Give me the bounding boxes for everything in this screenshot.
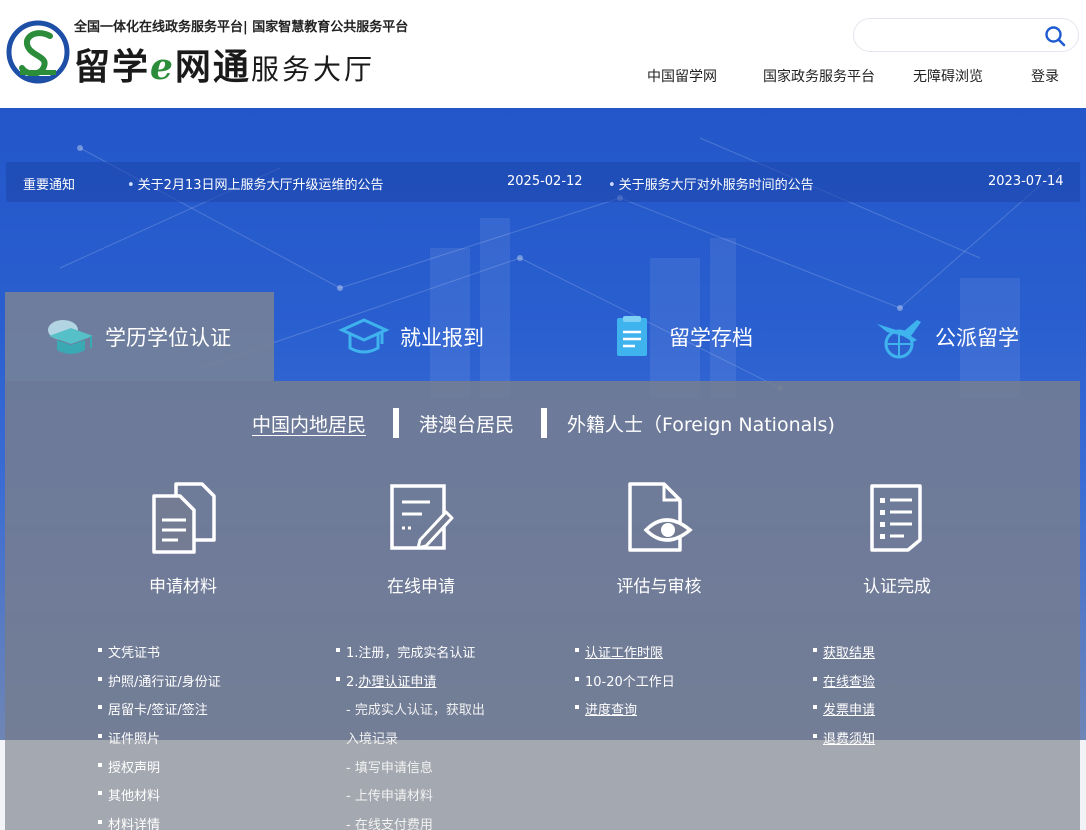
tab-label: 留学存档 bbox=[669, 325, 753, 350]
tab-label: 学历学位认证 bbox=[105, 325, 231, 350]
tab-label: 就业报到 bbox=[400, 325, 484, 350]
tab-employment-report[interactable]: 就业报到 bbox=[338, 292, 484, 381]
list-item: 10-20个工作日 bbox=[575, 671, 675, 690]
apply-certification-link[interactable]: 办理认证申请 bbox=[358, 675, 436, 690]
list-item[interactable]: 证件照片 bbox=[97, 728, 160, 747]
step-complete[interactable]: 认证完成 bbox=[807, 480, 987, 600]
step-materials[interactable]: 申请材料 bbox=[93, 480, 273, 600]
time-limit-link[interactable]: 认证工作时限 bbox=[574, 642, 663, 661]
form-edit-icon bbox=[390, 484, 454, 550]
nav-accessibility[interactable]: 无障碍浏览 bbox=[913, 66, 983, 86]
search-box bbox=[853, 18, 1079, 52]
subtab-separator bbox=[541, 408, 547, 438]
tab-study-archive[interactable]: 留学存档 bbox=[607, 292, 753, 381]
tab-public-study-abroad[interactable]: 公派留学 bbox=[873, 292, 1019, 381]
checklist-icon bbox=[870, 484, 922, 552]
graduation-cap-icon bbox=[48, 319, 93, 354]
subtab-mainland[interactable]: 中国内地居民 bbox=[252, 410, 366, 437]
subtab-hk-macao-taiwan[interactable]: 港澳台居民 bbox=[419, 410, 514, 437]
documents-icon bbox=[152, 482, 216, 554]
material-details-link[interactable]: 材料详情 bbox=[97, 814, 160, 830]
platform-subtitle: 全国一体化在线政务服务平台| 国家智慧教育公共服务平台 bbox=[74, 20, 409, 35]
step-label: 在线申请 bbox=[387, 577, 455, 597]
invoice-request-link[interactable]: 发票申请 bbox=[812, 699, 875, 718]
nav-login[interactable]: 登录 bbox=[1031, 66, 1059, 86]
refund-notice-link[interactable]: 退费须知 bbox=[812, 728, 875, 747]
search-icon[interactable] bbox=[1044, 25, 1066, 47]
list-subitem: - 完成实人认证，获取出 bbox=[346, 703, 485, 718]
subtab-separator bbox=[393, 408, 399, 438]
notice-item-1[interactable]: 关于2月13日网上服务大厅升级运维的公告 bbox=[127, 174, 384, 193]
applicant-type-tabs: 中国内地居民 港澳台居民 外籍人士（Foreign Nationals) bbox=[0, 408, 1086, 438]
service-tabs: 学历学位认证 就业报到 留学存档 公派留学 bbox=[5, 292, 1080, 381]
get-result-link[interactable]: 获取结果 bbox=[812, 642, 875, 661]
tab-degree-certification[interactable]: 学历学位认证 bbox=[5, 292, 274, 381]
list-item: 1.注册，完成实名认证 bbox=[335, 642, 475, 661]
subtab-foreign-nationals[interactable]: 外籍人士（Foreign Nationals) bbox=[567, 410, 835, 437]
plane-globe-icon bbox=[877, 319, 921, 358]
step-online-apply[interactable]: 在线申请 bbox=[331, 480, 511, 600]
top-nav: 中国留学网 国家政务服务平台 无障碍浏览 登录 bbox=[0, 66, 1086, 86]
list-subitem: - 在线支付费用 bbox=[346, 818, 433, 830]
online-verify-link[interactable]: 在线查验 bbox=[812, 671, 875, 690]
search-input[interactable] bbox=[868, 25, 1038, 47]
list-item-prefix: 2. bbox=[346, 675, 359, 690]
tab-label: 公派留学 bbox=[935, 325, 1019, 350]
nav-cscse[interactable]: 中国留学网 bbox=[647, 66, 717, 86]
notice-bar: 重要通知 关于2月13日网上服务大厅升级运维的公告 2025-02-12 关于服… bbox=[6, 162, 1080, 202]
list-item[interactable]: 居留卡/签证/签注 bbox=[98, 699, 208, 718]
list-item[interactable]: 授权声明 bbox=[97, 757, 160, 776]
notice-item-2[interactable]: 关于服务大厅对外服务时间的公告 bbox=[608, 174, 814, 193]
list-item: 2.办理认证申请 bbox=[335, 671, 436, 690]
notice-date-2: 2023-07-14 bbox=[988, 174, 1064, 189]
list-item[interactable]: 其他材料 bbox=[97, 785, 160, 804]
list-subitem: - 上传申请材料 bbox=[346, 789, 433, 804]
list-subitem: 入境记录 bbox=[346, 732, 399, 747]
nav-gov-platform[interactable]: 国家政务服务平台 bbox=[763, 66, 875, 86]
list-item[interactable]: 文凭证书 bbox=[97, 642, 160, 661]
step-label: 认证完成 bbox=[863, 577, 931, 597]
step-label: 申请材料 bbox=[149, 577, 217, 597]
notice-label: 重要通知 bbox=[23, 178, 76, 193]
progress-query-link[interactable]: 进度查询 bbox=[574, 699, 637, 718]
document-eye-icon bbox=[628, 482, 693, 552]
step-label: 评估与审核 bbox=[616, 577, 702, 597]
list-subitem: - 填写申请信息 bbox=[346, 761, 433, 776]
mortarboard-icon bbox=[338, 317, 390, 353]
site-header: 全国一体化在线政务服务平台| 国家智慧教育公共服务平台 留学e网通服务大厅 中国… bbox=[0, 0, 1086, 108]
notice-date-1: 2025-02-12 bbox=[507, 174, 583, 189]
archive-document-icon bbox=[617, 315, 647, 356]
list-item[interactable]: 护照/通行证/身份证 bbox=[98, 671, 221, 690]
service-panel-lower bbox=[5, 740, 1080, 830]
step-review[interactable]: 评估与审核 bbox=[569, 480, 749, 600]
